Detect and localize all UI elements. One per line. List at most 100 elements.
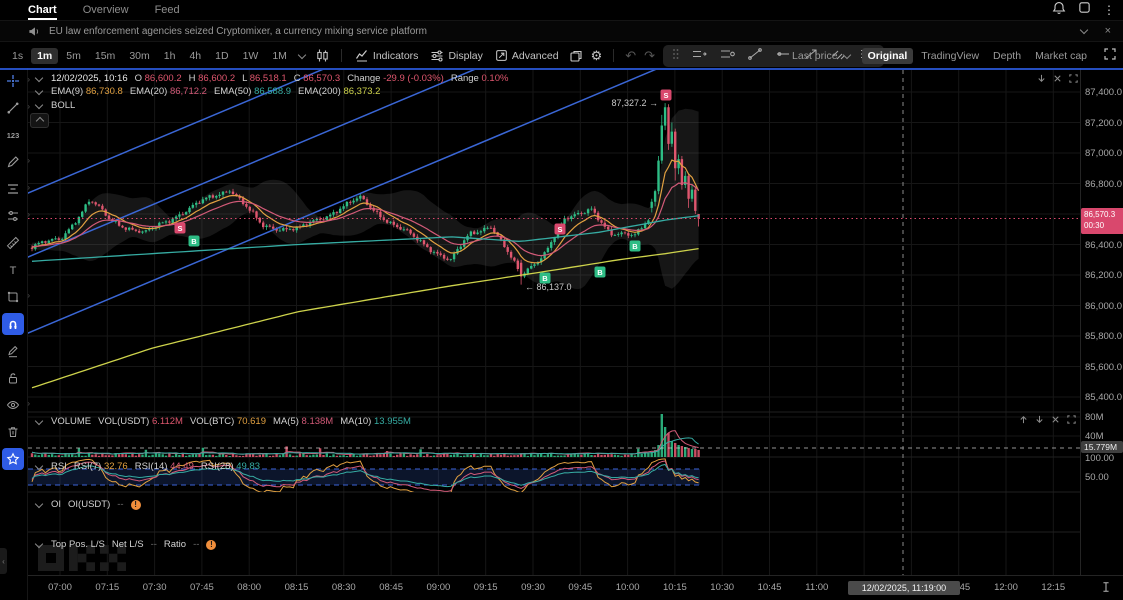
delete-tool[interactable] (2, 421, 24, 443)
timeframe-1h[interactable]: 1h (158, 48, 182, 64)
timeframe-4h[interactable]: 4h (183, 48, 207, 64)
collapse-legend-button[interactable] (30, 113, 49, 128)
ratio-label: Ratio (164, 539, 186, 550)
ema-item: EMA(200) 86,373.2 (298, 86, 380, 97)
chart-canvas[interactable]: 87,327.2 →← 86,137.0SBSBBBS (28, 68, 1080, 575)
boll-label: BOLL (51, 100, 75, 111)
oi-value: -- (117, 499, 123, 510)
fib-retracement-tool[interactable]: › (2, 178, 24, 200)
news-expand-chevron-icon[interactable] (1079, 26, 1087, 34)
crosshair-time-badge: 12/02/2025, 11:19:00 (848, 581, 960, 595)
pane-divider-highlight[interactable] (0, 68, 1123, 70)
more-timeframes-chevron-icon[interactable] (297, 52, 307, 60)
timeframe-5m[interactable]: 5m (60, 48, 87, 64)
more-icon[interactable]: ⋮ (1103, 3, 1115, 17)
timeframe-30m[interactable]: 30m (123, 48, 155, 64)
visibility-tool[interactable]: › (2, 394, 24, 416)
text-tool[interactable]: T (2, 259, 24, 281)
mode-original[interactable]: Original (862, 48, 914, 64)
layout-icon[interactable] (1078, 1, 1091, 19)
mode-depth[interactable]: Depth (987, 48, 1027, 64)
news-banner[interactable]: EU law enforcement agencies seized Crypt… (0, 20, 1123, 42)
drawing-tools-rail: › › 123 › › › T › › (0, 68, 28, 600)
toppos-legend-collapse-icon[interactable] (35, 539, 43, 547)
display-button[interactable]: Display (430, 49, 482, 63)
alerts-icon[interactable] (1052, 1, 1066, 20)
time-cursor-icon[interactable] (1100, 580, 1112, 598)
time-tick: 11:00 (805, 582, 828, 593)
pane-move-up-icon[interactable] (1018, 414, 1029, 425)
timeframe-15m[interactable]: 15m (89, 48, 121, 64)
ema-legend-collapse-icon[interactable] (35, 86, 43, 94)
pane-maximize-icon[interactable] (1066, 414, 1077, 425)
rsi-item: RSI(28) 49.83 (201, 461, 260, 472)
crosshair-tool[interactable]: › (2, 70, 24, 92)
svg-text:B: B (191, 237, 197, 246)
pattern-tool[interactable]: › (2, 205, 24, 227)
magnet-tool[interactable] (2, 313, 24, 335)
pane-close-icon[interactable] (1050, 414, 1061, 425)
redo-icon[interactable]: ↷ (644, 48, 655, 64)
last-price-label: Last price (792, 50, 838, 62)
favorites-tool[interactable] (2, 448, 24, 470)
edit-tool[interactable] (2, 340, 24, 362)
pane-close-icon[interactable] (1052, 73, 1063, 84)
timeframe-1W[interactable]: 1W (237, 48, 265, 64)
settings-gear-icon[interactable]: ⚙ (591, 48, 603, 64)
ohlc-legend-collapse-icon[interactable] (35, 73, 43, 81)
indicators-button[interactable]: Indicators (355, 49, 419, 62)
svg-text:S: S (557, 225, 562, 234)
positions-icon[interactable] (691, 47, 707, 66)
last-price-value: 86,570.3 (1084, 210, 1123, 221)
main-pane-controls (1036, 73, 1079, 84)
trendline-icon[interactable] (747, 47, 763, 66)
tab-feed[interactable]: Feed (155, 0, 180, 20)
oi-info-icon[interactable]: ! (131, 500, 141, 510)
pane-move-down-icon[interactable] (1036, 73, 1047, 84)
advanced-button[interactable]: Advanced (495, 49, 559, 62)
pane-maximize-icon[interactable] (1068, 73, 1079, 84)
timeframe-1s[interactable]: 1s (6, 48, 29, 64)
ema-legend: EMA(9) 86,730.8EMA(20) 86,712.2EMA(50) 8… (34, 86, 380, 97)
time-tick: 12:15 (1041, 582, 1065, 593)
panel-collapse-handle[interactable]: ‹ (0, 548, 7, 574)
rsi-legend: RSIRSI(7) 32.76RSI(14) 44.49RSI(28) 49.8… (34, 461, 260, 472)
timeframe-1D[interactable]: 1D (209, 48, 234, 64)
ruler-tool[interactable] (2, 232, 24, 254)
tab-chart[interactable]: Chart (28, 0, 57, 20)
candlestick-type-icon[interactable] (315, 48, 330, 63)
oi-legend: OIOI(USDT)--! (34, 499, 141, 510)
rsi-title: RSI (51, 461, 67, 472)
timeframe-1M[interactable]: 1M (266, 48, 293, 64)
volume-legend-collapse-icon[interactable] (35, 416, 43, 424)
boll-legend-collapse-icon[interactable] (35, 100, 43, 108)
pane-move-down-icon[interactable] (1034, 414, 1045, 425)
rsi-legend-collapse-icon[interactable] (35, 461, 43, 469)
mode-tradingview[interactable]: TradingView (915, 48, 985, 64)
oi-legend-collapse-icon[interactable] (35, 499, 43, 507)
volume-pane-controls (1018, 414, 1077, 425)
price-tick: 87,400.0 (1085, 87, 1122, 98)
timeframe-1m[interactable]: 1m (31, 48, 58, 64)
trendline-tool[interactable]: › (2, 97, 24, 119)
ohlc-legend: 12/02/2025, 10:16O 86,600.2H 86,600.2L 8… (34, 73, 508, 84)
toppos-info-icon[interactable]: ! (206, 540, 216, 550)
last-price-dropdown[interactable]: Last price (792, 50, 852, 62)
lock-tool[interactable] (2, 367, 24, 389)
divider (613, 49, 614, 62)
horizontal-ray-icon[interactable] (775, 47, 791, 66)
mode-market-cap[interactable]: Market cap (1029, 48, 1093, 64)
shape-tool[interactable]: › (2, 286, 24, 308)
fullscreen-icon[interactable] (1103, 47, 1117, 64)
timeframe-group: 1s1m5m15m30m1h4h1D1W1M (0, 48, 293, 64)
orders-icon[interactable] (719, 47, 735, 66)
price-axis[interactable]: 87,400.087,200.087,000.086,800.086,600.0… (1080, 68, 1123, 575)
last-price-badge: 86,570.3 00:30 (1081, 208, 1123, 234)
numbers-tool[interactable]: 123 (2, 124, 24, 146)
tab-overview[interactable]: Overview (83, 0, 129, 20)
news-close-icon[interactable]: × (1105, 25, 1111, 37)
brush-tool[interactable]: › (2, 151, 24, 173)
panels-icon[interactable] (569, 49, 583, 63)
undo-icon[interactable]: ↶ (625, 48, 636, 64)
drag-handle-icon[interactable] (672, 47, 679, 66)
